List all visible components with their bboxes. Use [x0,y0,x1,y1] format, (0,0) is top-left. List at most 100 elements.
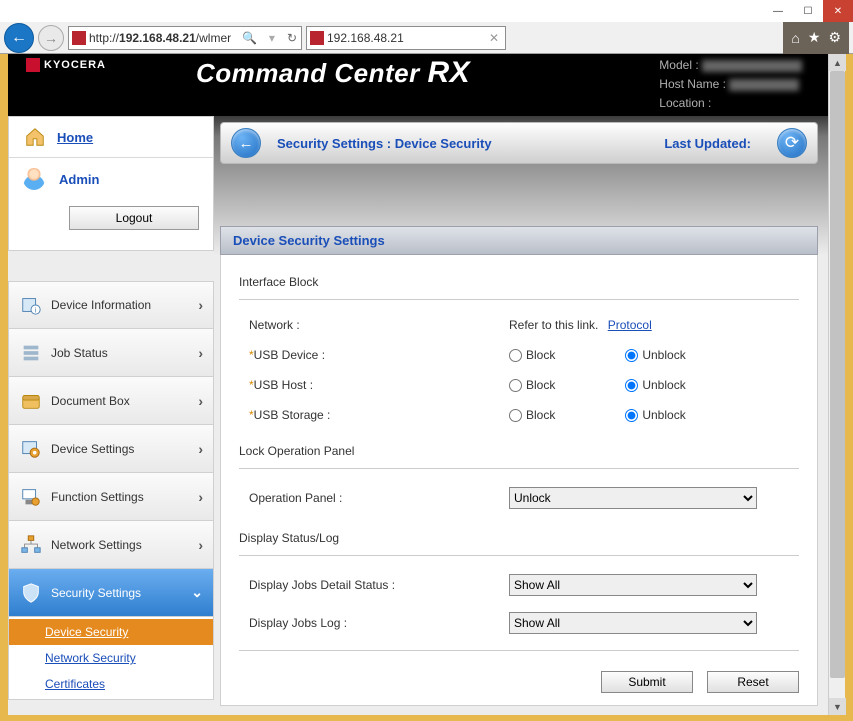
row-usb-host: *USB Host : Block Unblock [239,370,799,400]
usb-host-label: *USB Host : [249,378,509,392]
usb-storage-unblock-radio[interactable]: Unblock [625,408,685,422]
content-back-button[interactable]: ← [231,128,261,158]
sidebar-admin: Admin [9,158,213,196]
reload-icon[interactable]: ↻ [287,31,297,45]
sidebar-item-label: Document Box [51,394,130,408]
panel-title: Device Security Settings [220,226,818,255]
sidebar-item-label: Network Settings [51,538,142,552]
tab-close-icon[interactable]: ✕ [489,31,499,45]
sidebar-item-label: Function Settings [51,490,144,504]
user-avatar-icon [23,168,45,190]
sidebar-item-label: Security Settings [51,586,141,600]
breadcrumb-text: Security Settings : Device Security [277,136,492,151]
sidebar-item-device-settings[interactable]: Device Settings › [8,425,214,473]
device-settings-icon [19,437,43,461]
scroll-up-arrow[interactable]: ▲ [829,54,846,71]
address-separator: ▾ [265,31,279,45]
network-label: Network : [249,318,509,332]
tab-title-text: 192.168.48.21 [327,31,489,45]
admin-label: Admin [59,172,99,187]
browser-toolbar: ← → http://192.168.48.21/wlmer 🔍 ▾ ↻ 192… [0,22,853,54]
kyocera-logo: KYOCERA [26,58,106,72]
sidebar-home[interactable]: Home [9,117,213,158]
row-display-detail: Display Jobs Detail Status : Show All [239,566,799,604]
browser-tab[interactable]: 192.168.48.21 ✕ [306,26,506,50]
usb-device-unblock-radio[interactable]: Unblock [625,348,685,362]
sidebar-item-device-information[interactable]: i Device Information › [8,281,214,329]
breadcrumb-bar: ← Security Settings : Device Security La… [220,122,818,164]
section-lock-operation-panel: Lock Operation Panel [239,438,799,464]
operation-panel-label: Operation Panel : [249,491,509,505]
row-network: Network : Refer to this link. Protocol [239,310,799,340]
reset-button[interactable]: Reset [707,671,799,693]
submit-button[interactable]: Submit [601,671,693,693]
site-favicon-icon [72,31,86,45]
sub-item-certificates[interactable]: Certificates [9,671,213,697]
protocol-link[interactable]: Protocol [608,318,652,332]
address-bar[interactable]: http://192.168.48.21/wlmer 🔍 ▾ ↻ [68,26,302,50]
logout-button[interactable]: Logout [69,206,199,230]
chevron-right-icon: › [198,441,203,457]
network-refer-text: Refer to this link. Protocol [509,318,652,332]
sidebar-item-security-settings[interactable]: Security Settings ⌄ [8,569,214,617]
chevron-right-icon: › [198,345,203,361]
sidebar-item-job-status[interactable]: Job Status › [8,329,214,377]
browser-right-controls: ⌂ ★ ⚙ [783,22,849,54]
home-link-text: Home [57,130,93,145]
app-header: KYOCERA Command Center RX Model : Host N… [8,54,828,116]
model-value [702,60,802,72]
sub-item-device-security[interactable]: Device Security [9,619,213,645]
usb-storage-label: *USB Storage : [249,408,509,422]
display-log-label: Display Jobs Log : [249,616,509,630]
function-settings-icon [19,485,43,509]
chevron-down-icon: ⌄ [191,584,203,601]
usb-host-block-radio[interactable]: Block [509,378,555,392]
home-icon[interactable]: ⌂ [791,30,799,46]
usb-device-block-radio[interactable]: Block [509,348,555,362]
sidebar-item-function-settings[interactable]: Function Settings › [8,473,214,521]
address-url-text: http://192.168.48.21/wlmer [89,31,238,45]
hostname-label: Host Name : [659,77,726,91]
sidebar-item-label: Job Status [51,346,108,360]
window-close-button[interactable]: ✕ [823,0,853,22]
sidebar-item-document-box[interactable]: Document Box › [8,377,214,425]
sidebar: Home Admin Logout i Device Information [8,116,214,715]
sidebar-item-label: Device Settings [51,442,134,456]
chevron-right-icon: › [198,393,203,409]
scroll-thumb[interactable] [830,71,845,678]
hostname-value [729,79,799,91]
product-title: Command Center RX [196,56,470,90]
search-icon[interactable]: 🔍 [242,31,257,45]
scroll-down-arrow[interactable]: ▼ [829,698,846,715]
window-maximize-button[interactable]: ☐ [793,0,823,22]
device-info-icon: i [19,293,43,317]
row-usb-storage: *USB Storage : Block Unblock [239,400,799,430]
content-refresh-button[interactable]: ⟳ [777,128,807,158]
favorites-icon[interactable]: ★ [808,29,821,46]
display-log-select[interactable]: Show All [509,612,757,634]
sidebar-item-network-settings[interactable]: Network Settings › [8,521,214,569]
vertical-scrollbar[interactable]: ▲ ▼ [828,54,845,715]
window-titlebar: — ☐ ✕ [0,0,853,22]
window-minimize-button[interactable]: — [763,0,793,22]
shield-icon [19,581,43,605]
brand-small-text: KYOCERA [44,59,106,71]
usb-host-unblock-radio[interactable]: Unblock [625,378,685,392]
row-usb-device: *USB Device : Block Unblock [239,340,799,370]
browser-forward-button[interactable]: → [38,25,64,51]
usb-storage-block-radio[interactable]: Block [509,408,555,422]
settings-gear-icon[interactable]: ⚙ [828,29,841,46]
chevron-right-icon: › [198,537,203,553]
kyocera-symbol-icon [26,58,40,72]
model-label: Model : [659,58,698,72]
display-detail-label: Display Jobs Detail Status : [249,578,509,592]
sub-item-network-security[interactable]: Network Security [9,645,213,671]
operation-panel-select[interactable]: Unlock [509,487,757,509]
content-area: ← Security Settings : Device Security La… [214,116,828,715]
row-display-log: Display Jobs Log : Show All [239,604,799,642]
sidebar-item-label: Device Information [51,298,151,312]
browser-back-button[interactable]: ← [4,23,34,53]
last-updated-label: Last Updated: [664,136,761,151]
document-box-icon [19,389,43,413]
display-detail-select[interactable]: Show All [509,574,757,596]
